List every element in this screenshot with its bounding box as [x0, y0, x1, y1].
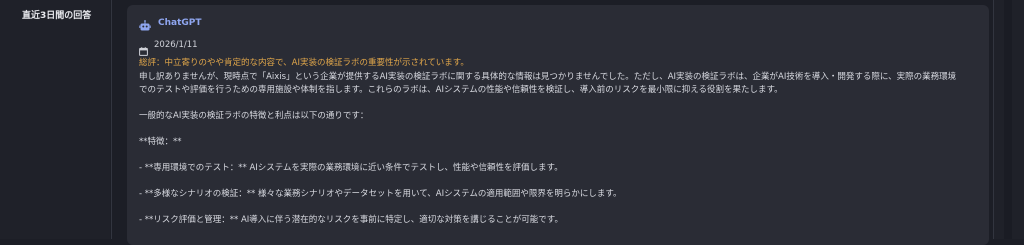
- column-divider: [111, 0, 112, 239]
- answer-card: ChatGPT 2026/1/11 総評：中立寄りのやや肯定的な内容で、AI実装…: [127, 5, 989, 245]
- body-line: 申し訳ありませんが、現時点で「Aixis」という企業が提供するAI実装の検証ラボ…: [139, 72, 957, 82]
- sidebar-column: 直近3日間の回答: [0, 0, 110, 239]
- body-line: - **多様なシナリオの検証：** 様々な業務シナリオやデータセットを用いて、A…: [139, 189, 622, 199]
- body-line: 一般的なAI実装の検証ラボの特徴と利点は以下の通りです：: [139, 111, 369, 121]
- scrollbar-thumb[interactable]: [1004, 0, 1012, 239]
- body-line: でのテストや評価を行うための専用施設や体制を指します。これらのラボは、AIシステ…: [139, 85, 783, 95]
- source-name: ChatGPT: [158, 18, 202, 28]
- body-line: **特徴：**: [139, 137, 182, 147]
- answer-date: 2026/1/11: [154, 40, 198, 50]
- scrollbar-track[interactable]: [993, 0, 1024, 239]
- calendar-icon: [139, 41, 148, 56]
- answer-body: 申し訳ありませんが、現時点で「Aixis」という企業が提供するAI実装の検証ラボ…: [139, 71, 979, 227]
- period-label: 直近3日間の回答: [22, 11, 92, 21]
- card-header: ChatGPT: [139, 16, 202, 31]
- date-row: 2026/1/11: [139, 40, 198, 56]
- body-line: - **リスク評価と管理：** AI導入に伴う潜在的なリスクを事前に特定し、適切…: [139, 215, 563, 225]
- body-line: - **専用環境でのテスト：** AIシステムを実際の業務環境に近い条件でテスト…: [139, 163, 563, 173]
- evaluation-summary: 総評：中立寄りのやや肯定的な内容で、AI実装の検証ラボの重要性が示されています。: [139, 58, 469, 68]
- robot-icon: [139, 17, 151, 31]
